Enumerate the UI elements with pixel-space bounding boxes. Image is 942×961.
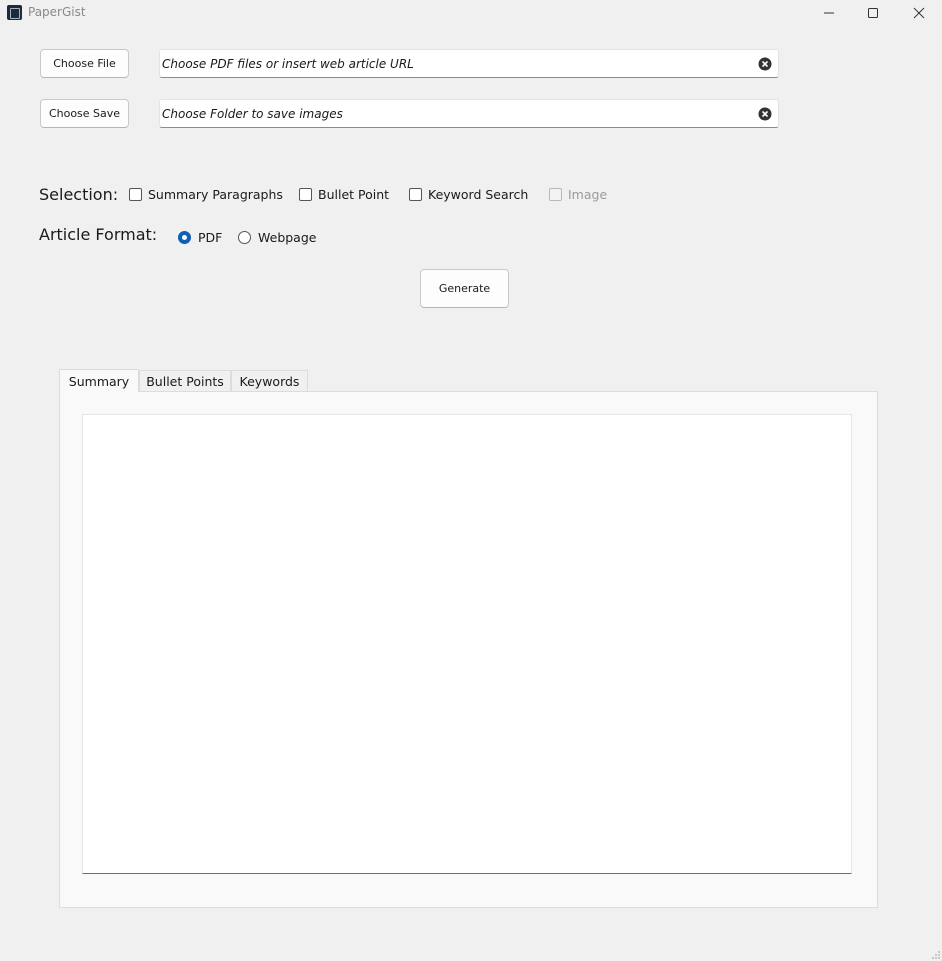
close-icon <box>913 7 925 19</box>
checkbox-box[interactable] <box>299 188 312 201</box>
radio-label: PDF <box>198 230 223 245</box>
summary-output-textbox[interactable] <box>82 414 852 874</box>
choose-file-button[interactable]: Choose File <box>40 49 129 78</box>
clear-icon[interactable] <box>758 57 772 71</box>
maximize-button[interactable] <box>850 0 896 26</box>
clear-icon[interactable] <box>758 107 772 121</box>
checkbox-label: Summary Paragraphs <box>148 187 283 202</box>
window-title: PaperGist <box>28 5 86 19</box>
resize-grip-icon[interactable] <box>932 951 940 959</box>
minimize-icon <box>824 12 834 14</box>
radio-dot[interactable] <box>238 231 251 244</box>
tab-summary[interactable]: Summary <box>59 369 139 392</box>
choose-save-button[interactable]: Choose Save <box>40 99 129 128</box>
file-path-input[interactable] <box>162 50 747 77</box>
close-button[interactable] <box>896 0 942 26</box>
file-path-field[interactable] <box>159 49 779 78</box>
summary-tab-panel <box>59 391 878 908</box>
checkbox-label: Keyword Search <box>428 187 529 202</box>
minimize-button[interactable] <box>806 0 852 26</box>
app-logo-icon <box>7 5 22 20</box>
tab-bullet-points[interactable]: Bullet Points <box>139 370 231 392</box>
checkbox-summary-paragraphs[interactable]: Summary Paragraphs <box>129 187 283 202</box>
checkbox-keyword-search[interactable]: Keyword Search <box>409 187 528 202</box>
radio-dot[interactable] <box>178 231 191 244</box>
checkbox-bullet-point[interactable]: Bullet Point <box>299 187 389 202</box>
selection-label: Selection: <box>39 185 119 204</box>
save-folder-input[interactable] <box>162 100 747 127</box>
app-window: PaperGist Choose File Choose Save <box>0 0 942 961</box>
checkbox-box[interactable] <box>129 188 142 201</box>
checkbox-label: Bullet Point <box>318 187 390 202</box>
generate-button[interactable]: Generate <box>420 269 509 308</box>
checkbox-label: Image <box>568 187 608 202</box>
radio-label: Webpage <box>258 230 317 245</box>
title-bar: PaperGist <box>0 0 942 26</box>
save-folder-field[interactable] <box>159 99 779 128</box>
tab-keywords[interactable]: Keywords <box>231 370 308 392</box>
maximize-icon <box>868 8 878 18</box>
article-format-label: Article Format: <box>39 225 158 244</box>
checkbox-image: Image <box>549 187 607 202</box>
checkbox-box <box>549 188 562 201</box>
checkbox-box[interactable] <box>409 188 422 201</box>
radio-webpage[interactable]: Webpage <box>238 230 316 245</box>
radio-pdf[interactable]: PDF <box>178 230 222 245</box>
